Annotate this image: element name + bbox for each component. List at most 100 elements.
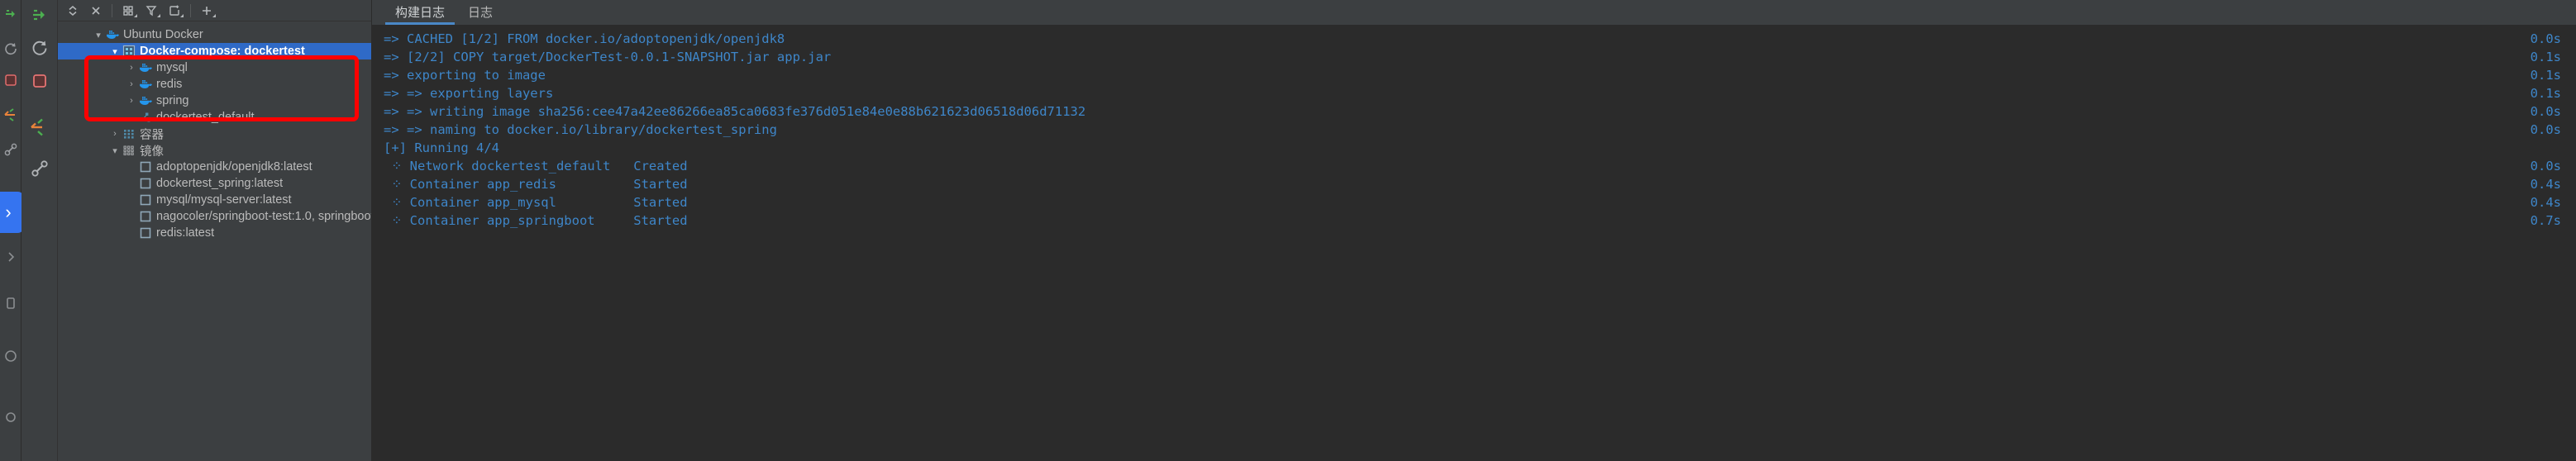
tree-node-mysql[interactable]: › mysql [58,59,371,76]
group-by-button[interactable] [117,1,140,21]
log-line-text: ⁘ Container app_springboot Started [384,213,688,228]
filter-button[interactable] [140,1,163,21]
log-line-duration: 0.0s [2530,104,2561,119]
log-line-text: => => exporting layers [384,86,554,101]
log-line-duration: 0.1s [2530,68,2561,83]
log-line-duration: 0.0s [2530,159,2561,173]
rerun-action[interactable] [26,35,53,61]
log-line: => => exporting layers 0.1s [372,84,2576,102]
chevron-right-icon[interactable]: › [126,63,137,73]
image-square-icon [137,161,154,173]
docker-tool-window: › ▾ Ubuntu Docker ▾ Docker-compose: dock… [0,0,2576,461]
log-line-text: => => naming to docker.io/library/docker… [384,122,777,137]
badge-chevron-icon: › [5,202,12,222]
log-line-duration: 0.0s [2530,31,2561,46]
tree-node-label: dockertest_default [156,111,255,124]
docker-whale-icon [137,78,154,90]
services-tree: ▾ Ubuntu Docker ▾ Docker-compose: docker… [58,21,371,461]
stop-square-icon[interactable] [2,71,20,89]
terminal-bracket-icon[interactable] [2,294,20,312]
log-line: => [2/2] COPY target/DockerTest-0.0.1-SN… [372,48,2576,66]
build-log-pane: 构建日志 日志 => CACHED [1/2] FROM docker.io/a… [372,0,2576,461]
images-grid-icon [121,144,137,157]
tree-node-network[interactable]: dockertest_default [58,109,371,126]
log-line: [+] Running 4/4 [372,139,2576,157]
log-line-text: ⁘ Container app_redis Started [384,177,688,192]
tab-label: 构建日志 [395,5,446,20]
containers-grid-icon [121,127,137,140]
tree-node-label: adoptopenjdk/openjdk8:latest [156,160,312,173]
log-line-duration: 0.1s [2530,50,2561,64]
tab-build-log[interactable]: 构建日志 [384,0,456,25]
log-line: => => naming to docker.io/library/docker… [372,121,2576,139]
log-line-text: ⁘ Container app_mysql Started [384,195,688,210]
run-arrow-icon[interactable] [2,5,20,23]
tree-node-docker-compose[interactable]: ▾ Docker-compose: dockertest [58,43,371,59]
tab-log[interactable]: 日志 [456,0,504,23]
tree-node-containers[interactable]: › 容器 [58,126,371,142]
tree-node-image-redis[interactable]: redis:latest [58,225,371,241]
docker-whale-icon [104,29,121,40]
tree-node-image-springboot-test[interactable]: nagocoler/springboot-test:1.0, springboo… [58,208,371,225]
add-button[interactable] [195,1,218,21]
link-attach-icon[interactable] [2,140,20,159]
docker-whale-icon [137,95,154,107]
circle-outline-icon[interactable] [2,406,20,425]
log-tabs-bar: 构建日志 日志 [372,0,2576,25]
tree-node-redis[interactable]: › redis [58,76,371,93]
chevron-right-icon[interactable]: › [109,129,121,139]
tree-node-label: 容器 [140,128,164,142]
left-edge-strip: › [0,0,25,461]
tree-node-image-adoptopenjdk[interactable]: adoptopenjdk/openjdk8:latest [58,159,371,175]
tree-node-label: redis [156,78,183,91]
tree-toolbar [58,0,371,21]
tree-node-images[interactable]: ▾ 镜像 [58,142,371,159]
tree-node-ubuntu-docker[interactable]: ▾ Ubuntu Docker [58,26,371,43]
tree-node-label: Ubuntu Docker [123,28,203,41]
refresh-circle-icon[interactable] [2,40,20,58]
pull-push-action[interactable] [26,114,53,140]
log-line-duration: 0.0s [2530,122,2561,137]
log-line-text: => => writing image sha256:cee47a42ee862… [384,104,1086,119]
log-line-text: [+] Running 4/4 [384,140,499,155]
log-line-duration: 0.7s [2530,213,2561,228]
log-output[interactable]: => CACHED [1/2] FROM docker.io/adoptopen… [372,25,2576,461]
chevron-right-icon[interactable]: › [126,96,137,106]
clock-circle-icon[interactable] [2,347,20,365]
chevron-down-icon[interactable]: ▾ [93,30,104,40]
log-line-text: => CACHED [1/2] FROM docker.io/adoptopen… [384,31,785,46]
tree-node-image-mysql-server[interactable]: mysql/mysql-server:latest [58,192,371,208]
log-line: ⁘ Network dockertest_default Created 0.0… [372,157,2576,175]
log-line: => exporting to image 0.1s [372,66,2576,84]
log-line: => => writing image sha256:cee47a42ee862… [372,102,2576,121]
tree-node-label: redis:latest [156,226,215,240]
chevron-down-icon[interactable]: ▾ [109,46,121,57]
docker-whale-icon [137,62,154,74]
log-line-duration: 0.1s [2530,86,2561,101]
tree-node-spring[interactable]: › spring [58,93,371,109]
tree-node-label: nagocoler/springboot-test:1.0, springboo… [156,210,371,223]
run-compose-action[interactable] [26,2,53,28]
log-line-text: => [2/2] COPY target/DockerTest-0.0.1-SN… [384,50,832,64]
chevron-right-small-icon[interactable] [2,248,20,266]
add-caret-icon [212,13,216,17]
close-button[interactable] [84,1,107,21]
group-by-caret-icon [134,13,137,17]
tree-node-label: mysql/mysql-server:latest [156,193,292,207]
stop-action[interactable] [26,68,53,94]
tree-node-label: mysql [156,61,188,74]
tree-node-image-dockertest-spring[interactable]: dockertest_spring:latest [58,175,371,192]
log-line: ⁘ Container app_redis Started 0.4s [372,175,2576,193]
expand-collapse-button[interactable] [61,1,84,21]
chevron-right-icon[interactable]: › [126,79,137,89]
log-line-duration: 0.4s [2530,195,2561,210]
chevron-down-icon[interactable]: ▾ [109,145,121,156]
image-square-icon [137,194,154,206]
pull-push-arrows-icon[interactable] [2,106,20,124]
image-square-icon [137,227,154,239]
services-tree-pane: ▾ Ubuntu Docker ▾ Docker-compose: docker… [58,0,372,461]
attach-action[interactable] [26,155,53,182]
log-line: => CACHED [1/2] FROM docker.io/adoptopen… [372,30,2576,48]
new-container-button[interactable] [163,1,186,21]
toolbar-separator-2 [190,3,191,17]
